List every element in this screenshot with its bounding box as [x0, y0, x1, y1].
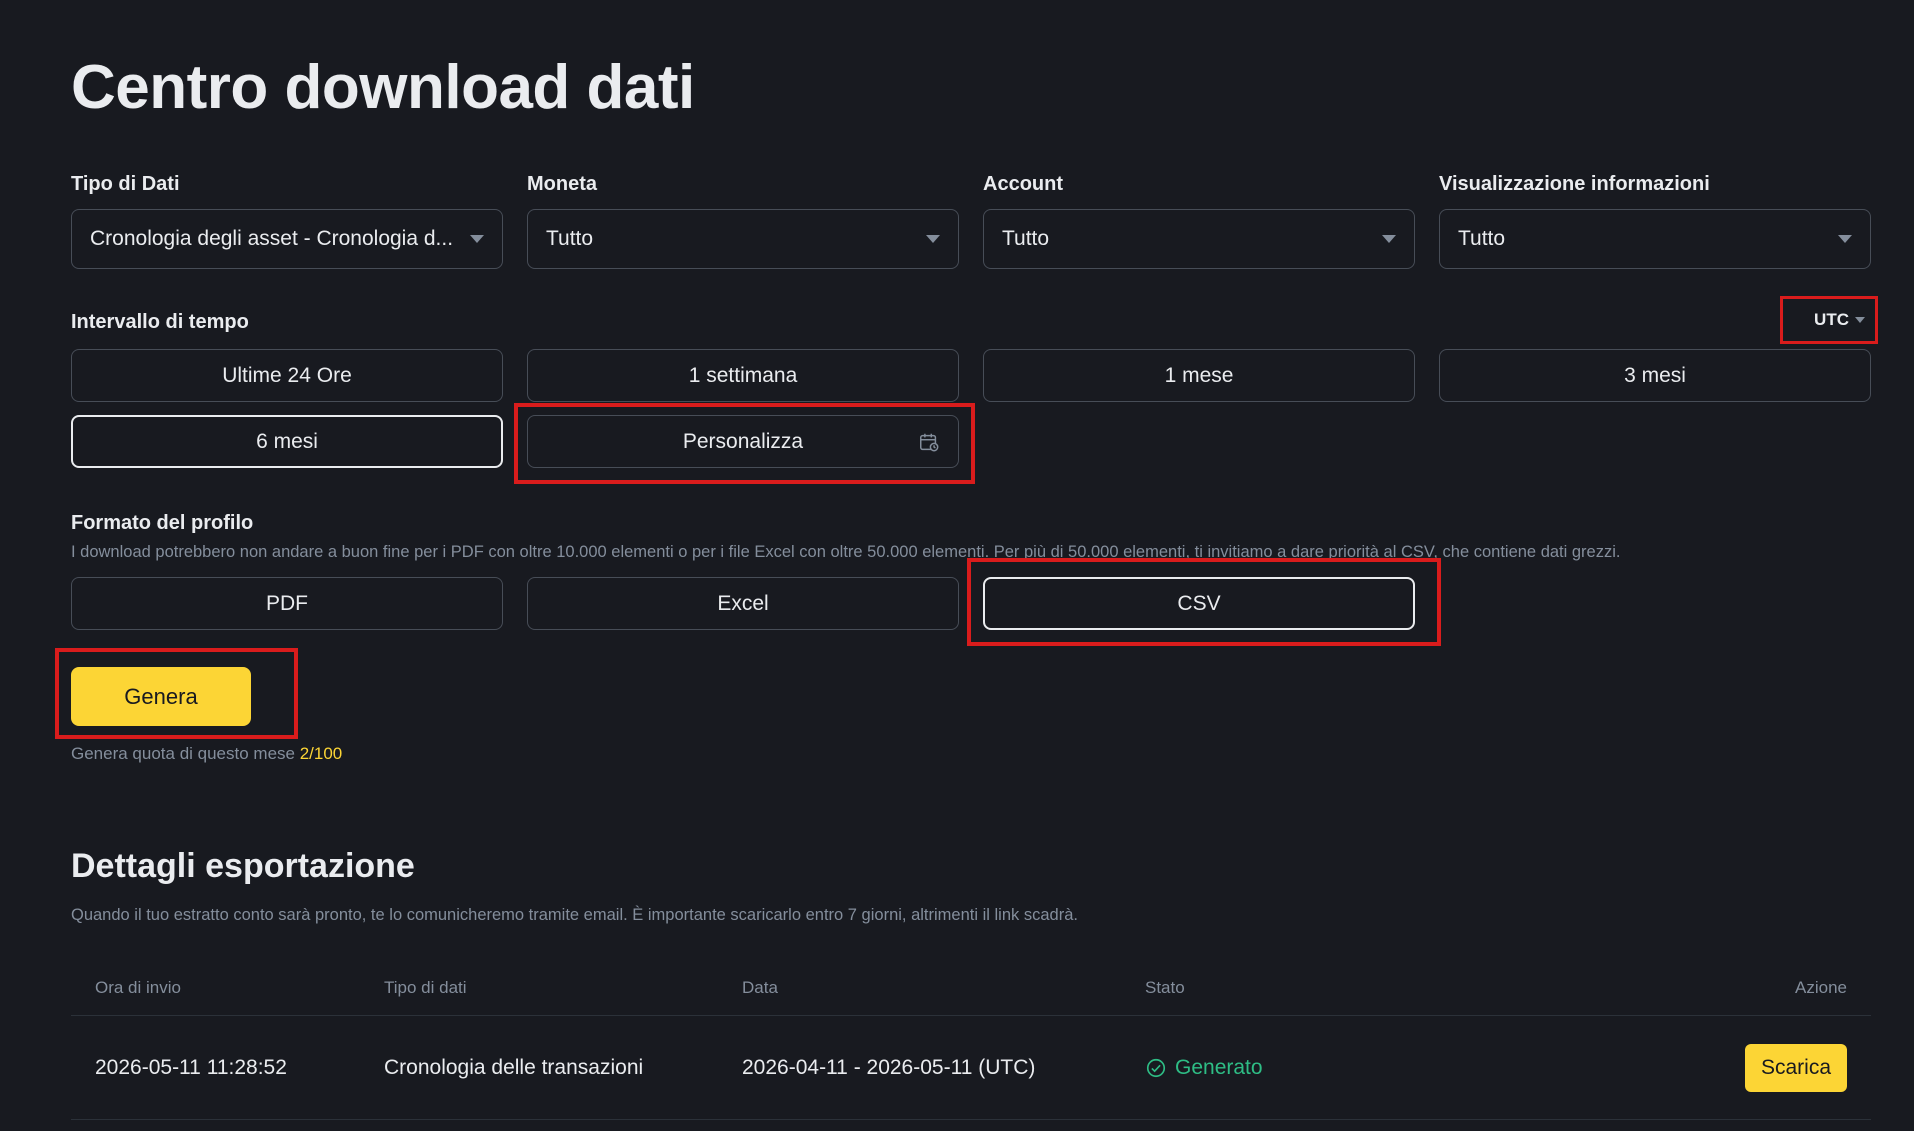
- quota-value: 2/100: [299, 744, 343, 763]
- cell-type: Cronologia delle transazioni: [384, 1055, 644, 1079]
- filter-label: Visualizzazione informazioni: [1439, 173, 1710, 195]
- page-title: Centro download dati: [71, 53, 695, 122]
- quota-text: Genera quota di questo mese 2/100: [71, 744, 342, 764]
- select-value: Cronologia degli asset - Cronologia d...: [90, 227, 454, 250]
- export-hint: Quando il tuo estratto conto sarà pronto…: [71, 906, 1078, 924]
- currency-select[interactable]: Tutto: [527, 209, 959, 269]
- filter-label: Moneta: [527, 173, 597, 195]
- download-button[interactable]: Scarica: [1744, 1043, 1847, 1092]
- caret-down-icon: [926, 235, 940, 243]
- table-row: 2026-05-11 11:28:52 Cronologia delle tra…: [71, 1016, 1871, 1120]
- filter-info-view: Visualizzazione informazioni Tutto: [1439, 173, 1871, 269]
- caret-down-icon: [470, 235, 484, 243]
- status-text: Generato: [1175, 1055, 1263, 1079]
- column-header-date: Data: [742, 977, 778, 997]
- quota-label: Genera quota di questo mese: [71, 744, 295, 763]
- range-6-months-button[interactable]: 6 mesi: [71, 415, 503, 468]
- format-pdf-button[interactable]: PDF: [71, 577, 503, 630]
- format-hint: I download potrebbero non andare a buon …: [71, 543, 1621, 561]
- column-header-status: Stato: [1145, 977, 1185, 997]
- column-header-type: Tipo di dati: [384, 977, 467, 997]
- column-header-sent: Ora di invio: [95, 977, 181, 997]
- generate-button[interactable]: Genera: [71, 667, 251, 726]
- timezone-select[interactable]: UTC: [1780, 296, 1878, 344]
- filter-account: Account Tutto: [983, 173, 1415, 269]
- caret-down-icon: [1382, 235, 1396, 243]
- column-header-action: Azione: [1795, 977, 1847, 997]
- select-value: Tutto: [1458, 227, 1506, 250]
- cell-status: Generato: [1145, 1056, 1645, 1080]
- timezone-value: UTC: [1814, 310, 1849, 329]
- custom-label: Personalizza: [682, 429, 804, 453]
- range-1-month-button[interactable]: 1 mese: [983, 349, 1415, 402]
- cell-action: Scarica: [1645, 1043, 1871, 1092]
- filter-label: Tipo di Dati: [71, 173, 180, 195]
- range-1-week-button[interactable]: 1 settimana: [527, 349, 959, 402]
- table-header: Ora di invio Tipo di dati Data Stato Azi…: [71, 960, 1871, 1016]
- export-title: Dettagli esportazione: [71, 847, 415, 885]
- data-type-select[interactable]: Cronologia degli asset - Cronologia d...: [71, 209, 503, 269]
- export-table: Ora di invio Tipo di dati Data Stato Azi…: [71, 960, 1871, 1120]
- range-24h-button[interactable]: Ultime 24 Ore: [71, 349, 503, 402]
- range-3-months-button[interactable]: 3 mesi: [1439, 349, 1871, 402]
- filter-label: Account: [983, 173, 1063, 195]
- time-range-label: Intervallo di tempo: [71, 311, 249, 333]
- cell-date: 2026-04-11 - 2026-05-11 (UTC): [742, 1055, 1036, 1079]
- format-csv-button[interactable]: CSV: [983, 577, 1415, 630]
- select-value: Tutto: [546, 227, 594, 250]
- filter-data-type: Tipo di Dati Cronologia degli asset - Cr…: [71, 173, 503, 269]
- calendar-icon: [920, 433, 939, 452]
- check-circle-icon: [1146, 1058, 1166, 1077]
- account-select[interactable]: Tutto: [983, 209, 1415, 269]
- range-custom-button[interactable]: Personalizza: [527, 415, 959, 468]
- filters-row: Tipo di Dati Cronologia degli asset - Cr…: [71, 173, 1871, 269]
- caret-down-icon: [1838, 235, 1852, 243]
- caret-down-icon: [1855, 317, 1865, 323]
- select-value: Tutto: [1002, 227, 1050, 250]
- data-download-center: Centro download dati Tipo di Dati Cronol…: [0, 0, 1914, 1131]
- status-badge: Generato: [1145, 1056, 1645, 1080]
- filter-currency: Moneta Tutto: [527, 173, 959, 269]
- format-label: Formato del profilo: [71, 512, 254, 534]
- cell-sent: 2026-05-11 11:28:52: [95, 1055, 287, 1079]
- format-excel-button[interactable]: Excel: [527, 577, 959, 630]
- info-view-select[interactable]: Tutto: [1439, 209, 1871, 269]
